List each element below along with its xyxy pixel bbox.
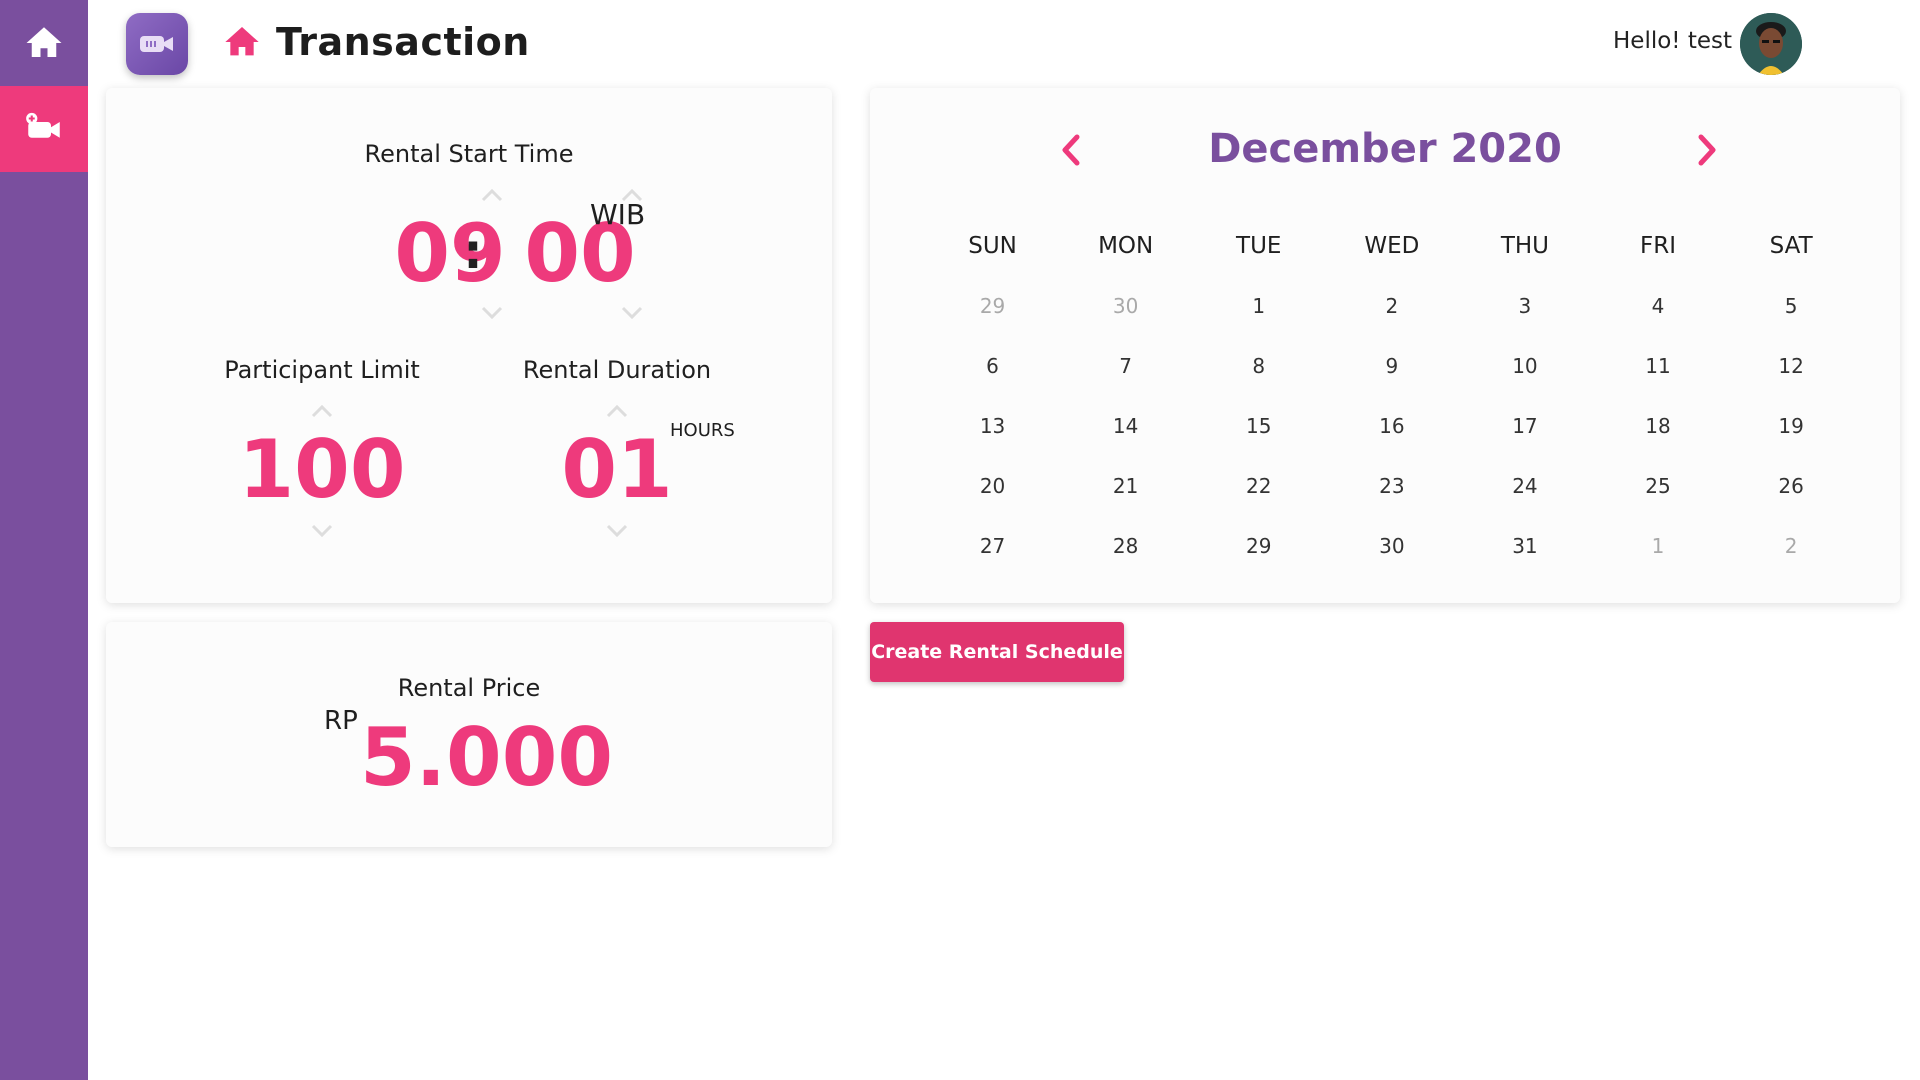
calendar-day[interactable]: 1: [1591, 534, 1724, 558]
participant-limit-label: Participant Limit: [224, 356, 420, 384]
calendar-day[interactable]: 23: [1325, 474, 1458, 498]
next-month-chevron-icon[interactable]: [1692, 132, 1722, 168]
top-bar: Transaction Hello! test: [88, 0, 1920, 88]
sidebar: [0, 0, 88, 1080]
user-avatar-icon: [1740, 13, 1802, 75]
calendar-day[interactable]: 20: [926, 474, 1059, 498]
calendar-day[interactable]: 22: [1192, 474, 1325, 498]
calendar-card: December 2020 SUN MON TUE WED THU FRI SA…: [870, 88, 1900, 603]
duration-up-chevron-icon[interactable]: [605, 404, 629, 418]
calendar-day[interactable]: 24: [1458, 474, 1591, 498]
rental-settings-card: Rental Start Time 09 : 00 WIB Participan…: [106, 88, 832, 603]
calendar-day[interactable]: 1: [1192, 294, 1325, 318]
rental-duration-value[interactable]: 01: [537, 430, 697, 510]
participant-limit-value[interactable]: 100: [222, 430, 422, 510]
time-separator: :: [463, 224, 483, 280]
rental-price-value[interactable]: 5.000: [360, 718, 613, 798]
calendar-day[interactable]: 5: [1725, 294, 1858, 318]
calendar-week-row: 27 28 29 30 31 1 2: [926, 516, 1858, 576]
calendar-day[interactable]: 19: [1725, 414, 1858, 438]
page-title: Transaction: [276, 20, 530, 64]
sidebar-item-home[interactable]: [0, 0, 88, 86]
duration-down-chevron-icon[interactable]: [605, 524, 629, 538]
hour-down-chevron-icon[interactable]: [480, 306, 504, 320]
calendar-day[interactable]: 31: [1458, 534, 1591, 558]
calendar-day[interactable]: 17: [1458, 414, 1591, 438]
calendar-day[interactable]: 29: [926, 294, 1059, 318]
calendar-day[interactable]: 28: [1059, 534, 1192, 558]
user-greeting: Hello! test: [1613, 28, 1732, 54]
calendar-day[interactable]: 13: [926, 414, 1059, 438]
participant-up-chevron-icon[interactable]: [310, 404, 334, 418]
calendar-day[interactable]: 25: [1591, 474, 1724, 498]
calendar-day[interactable]: 6: [926, 354, 1059, 378]
sidebar-item-rental[interactable]: [0, 86, 88, 172]
hour-up-chevron-icon[interactable]: [480, 188, 504, 202]
rental-duration-label: Rental Duration: [522, 356, 712, 384]
calendar-day[interactable]: 26: [1725, 474, 1858, 498]
calendar-week-row: 29 30 1 2 3 4 5: [926, 276, 1858, 336]
weekday-wed: WED: [1364, 233, 1420, 259]
calendar-day[interactable]: 21: [1059, 474, 1192, 498]
price-currency: RP: [324, 706, 358, 736]
calendar-month-label: December 2020: [1208, 126, 1562, 172]
weekday-mon: MON: [1098, 233, 1154, 259]
calendar-day[interactable]: 15: [1192, 414, 1325, 438]
calendar-week-row: 20 21 22 23 24 25 26: [926, 456, 1858, 516]
calendar-day[interactable]: 9: [1325, 354, 1458, 378]
calendar-day[interactable]: 14: [1059, 414, 1192, 438]
calendar-day[interactable]: 29: [1192, 534, 1325, 558]
calendar-day[interactable]: 16: [1325, 414, 1458, 438]
add-video-icon: [26, 112, 60, 138]
page-heading: Transaction: [222, 20, 530, 64]
home-icon: [225, 27, 259, 56]
weekday-sat: SAT: [1769, 233, 1813, 259]
calendar-day[interactable]: 10: [1458, 354, 1591, 378]
calendar-day[interactable]: 8: [1192, 354, 1325, 378]
home-icon: [26, 27, 62, 57]
weekday-header-row: SUN MON TUE WED THU FRI SAT: [926, 216, 1858, 276]
video-camera-icon: [140, 36, 173, 52]
avatar[interactable]: [1740, 13, 1802, 75]
calendar-week-row: 13 14 15 16 17 18 19: [926, 396, 1858, 456]
create-rental-schedule-button[interactable]: Create Rental Schedule: [870, 622, 1124, 682]
calendar-day[interactable]: 4: [1591, 294, 1724, 318]
calendar-day[interactable]: 12: [1725, 354, 1858, 378]
participant-down-chevron-icon[interactable]: [310, 524, 334, 538]
calendar-day[interactable]: 30: [1325, 534, 1458, 558]
rental-price-card: Rental Price RP 5.000: [106, 622, 832, 847]
calendar-day[interactable]: 7: [1059, 354, 1192, 378]
calendar-day[interactable]: 2: [1725, 534, 1858, 558]
weekday-sun: SUN: [968, 233, 1017, 259]
calendar-day[interactable]: 11: [1591, 354, 1724, 378]
duration-unit-label: HOURS: [670, 420, 735, 441]
calendar-day[interactable]: 27: [926, 534, 1059, 558]
minute-down-chevron-icon[interactable]: [620, 306, 644, 320]
calendar-day[interactable]: 18: [1591, 414, 1724, 438]
weekday-tue: TUE: [1236, 233, 1282, 259]
weekday-thu: THU: [1500, 233, 1550, 259]
weekday-fri: FRI: [1640, 233, 1677, 259]
calendar-day[interactable]: 2: [1325, 294, 1458, 318]
timezone-label: WIB: [590, 198, 646, 231]
calendar-grid: SUN MON TUE WED THU FRI SAT 29 30 1 2 3 …: [926, 216, 1858, 576]
rental-start-label: Rental Start Time: [364, 140, 574, 168]
calendar-day[interactable]: 3: [1458, 294, 1591, 318]
calendar-day[interactable]: 30: [1059, 294, 1192, 318]
app-logo[interactable]: [126, 13, 188, 75]
rental-price-label: Rental Price: [397, 674, 541, 702]
calendar-week-row: 6 7 8 9 10 11 12: [926, 336, 1858, 396]
